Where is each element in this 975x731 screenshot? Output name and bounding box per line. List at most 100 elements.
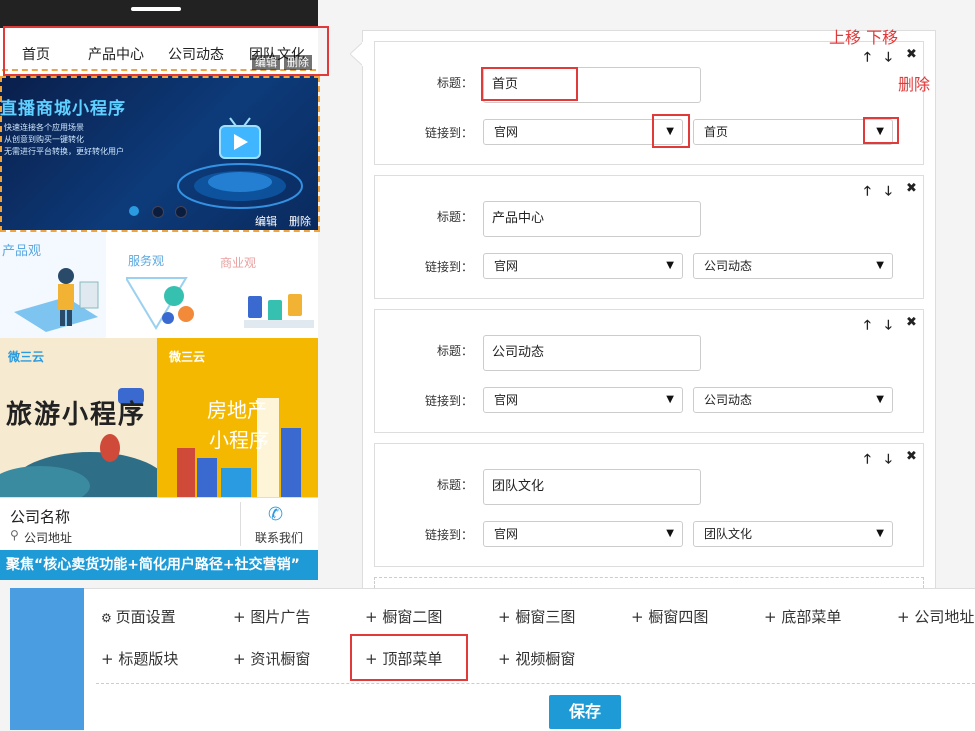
tool-label: 橱窗二图 xyxy=(382,608,443,626)
tool-label: 视频橱窗 xyxy=(515,650,576,668)
add-item-dropzone[interactable] xyxy=(374,577,924,588)
chevron-down-icon: ▼ xyxy=(876,394,884,405)
link-label: 链接到： xyxy=(425,126,474,140)
tool-news-window[interactable]: + 资讯橱窗 xyxy=(233,648,310,669)
title-input[interactable]: 公司动态 xyxy=(483,335,701,371)
tool-label: 橱窗四图 xyxy=(648,608,709,626)
title-label: 标题： xyxy=(437,210,474,224)
title-label: 标题： xyxy=(437,478,474,492)
link-label: 链接到： xyxy=(425,260,474,274)
plus-icon: + xyxy=(498,650,516,668)
company-info-bar: 公司名称 ⚲ 公司地址 ✆ 联系我们 xyxy=(0,497,318,551)
panel-pointer xyxy=(350,42,364,66)
tile-service[interactable]: 服务观 xyxy=(106,232,212,338)
close-icon[interactable]: ✖ xyxy=(906,449,917,464)
toolbar-divider xyxy=(96,683,975,684)
chevron-down-icon: ▼ xyxy=(876,260,884,271)
select-value: 团队文化 xyxy=(704,527,753,541)
highlight-top-menu-box xyxy=(350,634,468,681)
tool-label: 页面设置 xyxy=(115,608,176,626)
tool-video-window[interactable]: + 视频橱窗 xyxy=(498,648,575,669)
tool-label: 底部菜单 xyxy=(781,608,842,626)
tool-company-address[interactable]: + 公司地址 xyxy=(897,606,974,627)
annotation-delete: 删除 xyxy=(898,75,931,94)
arrow-down-icon[interactable]: 🡓 xyxy=(885,450,892,472)
phone-icon[interactable]: ✆ xyxy=(268,504,283,525)
business-illustration-icon xyxy=(244,294,314,328)
highlight-select2-box xyxy=(863,117,899,144)
select-value: 官网 xyxy=(494,393,519,407)
toolbar-side-strip xyxy=(10,588,84,730)
tile-label: 服务观 xyxy=(128,254,165,268)
menu-item-card: 标题： 公司动态 链接到： 官网 ▼ 公司动态 ▼ 🡑 🡓 ✖ xyxy=(374,309,924,433)
title-label: 标题： xyxy=(437,344,474,358)
title-label: 标题： xyxy=(437,76,474,90)
arrow-up-icon[interactable]: 🡑 xyxy=(864,316,871,338)
title-input[interactable]: 产品中心 xyxy=(483,201,701,237)
highlight-nav-box xyxy=(3,26,329,76)
menu-item-card: 标题： 产品中心 链接到： 官网 ▼ 公司动态 ▼ 🡑 🡓 ✖ xyxy=(374,175,924,299)
plus-icon: + xyxy=(365,608,383,626)
arrow-up-icon[interactable]: 🡑 xyxy=(864,450,871,472)
tool-window-4[interactable]: + 橱窗四图 xyxy=(631,606,708,627)
tool-image-ad[interactable]: + 图片广告 xyxy=(233,606,310,627)
tile-brand: 微三云 xyxy=(169,350,206,364)
link-target-select[interactable]: 团队文化 ▼ xyxy=(693,521,893,547)
tool-bottom-menu[interactable]: + 底部菜单 xyxy=(764,606,841,627)
arrow-up-icon[interactable]: 🡑 xyxy=(864,182,871,204)
gear-icon: ⚙ xyxy=(101,611,116,625)
tile-real-estate[interactable]: 微三云 房地产 小程序 xyxy=(157,338,318,497)
banner-dashed-border xyxy=(0,76,320,232)
divider xyxy=(240,502,241,546)
tile-label: 产品观 xyxy=(2,244,42,259)
select-value: 首页 xyxy=(704,125,729,139)
close-icon[interactable]: ✖ xyxy=(906,181,917,196)
chevron-down-icon: ▼ xyxy=(666,394,674,405)
tool-label: 资讯橱窗 xyxy=(250,650,311,668)
close-icon[interactable]: ✖ xyxy=(906,47,917,62)
phone-status-bar xyxy=(0,0,318,28)
link-type-select[interactable]: 官网 ▼ xyxy=(483,253,683,279)
tile-label: 商业观 xyxy=(220,256,257,270)
tile-business[interactable]: 商业观 xyxy=(212,232,318,338)
arrow-up-icon[interactable]: 🡑 xyxy=(864,48,871,70)
select-value: 官网 xyxy=(494,125,519,139)
chevron-down-icon: ▼ xyxy=(876,528,884,539)
tool-window-2[interactable]: + 橱窗二图 xyxy=(365,606,442,627)
annotation-move: 上移 下移 xyxy=(829,28,899,47)
close-icon[interactable]: ✖ xyxy=(906,315,917,330)
arrow-down-icon[interactable]: 🡓 xyxy=(885,316,892,338)
link-type-select[interactable]: 官网 ▼ xyxy=(483,387,683,413)
title-input[interactable]: 团队文化 xyxy=(483,469,701,505)
tool-label: 图片广告 xyxy=(250,608,311,626)
tool-window-3[interactable]: + 橱窗三图 xyxy=(498,606,575,627)
plus-icon: + xyxy=(764,608,782,626)
tile-title: 旅游小程序 xyxy=(6,400,147,430)
plus-icon: + xyxy=(101,650,119,668)
tool-label: 标题版块 xyxy=(118,650,179,668)
menu-item-card: 标题： 首页 链接到： 官网 ▼ 首页 ▼ 🡑 🡓 ✖ xyxy=(374,41,924,165)
link-type-select[interactable]: 官网 ▼ xyxy=(483,521,683,547)
service-illustration-icon xyxy=(126,277,194,330)
tile-product[interactable]: 产品观 xyxy=(0,232,106,338)
plus-icon: + xyxy=(233,650,251,668)
select-value: 官网 xyxy=(494,527,519,541)
link-target-select[interactable]: 公司动态 ▼ xyxy=(693,387,893,413)
tile-travel[interactable]: 微三云 旅游小程序 xyxy=(0,338,157,497)
product-illustration-icon xyxy=(14,268,99,332)
save-button[interactable]: 保存 xyxy=(549,695,621,729)
company-address: 公司地址 xyxy=(24,531,73,545)
highlight-title-box xyxy=(481,67,578,101)
location-icon: ⚲ xyxy=(10,528,19,542)
tool-label: 橱窗三图 xyxy=(515,608,576,626)
contact-us-button[interactable]: 联系我们 xyxy=(255,529,303,546)
select-value: 官网 xyxy=(494,259,519,273)
link-label: 链接到： xyxy=(425,394,474,408)
tool-page-settings[interactable]: ⚙ 页面设置 xyxy=(101,606,176,627)
arrow-down-icon[interactable]: 🡓 xyxy=(885,48,892,70)
tool-title-block[interactable]: + 标题版块 xyxy=(101,648,178,669)
arrow-down-icon[interactable]: 🡓 xyxy=(885,182,892,204)
tile-brand: 微三云 xyxy=(8,350,45,364)
link-target-select[interactable]: 公司动态 ▼ xyxy=(693,253,893,279)
menu-item-card: 标题： 团队文化 链接到： 官网 ▼ 团队文化 ▼ 🡑 🡓 ✖ xyxy=(374,443,924,567)
